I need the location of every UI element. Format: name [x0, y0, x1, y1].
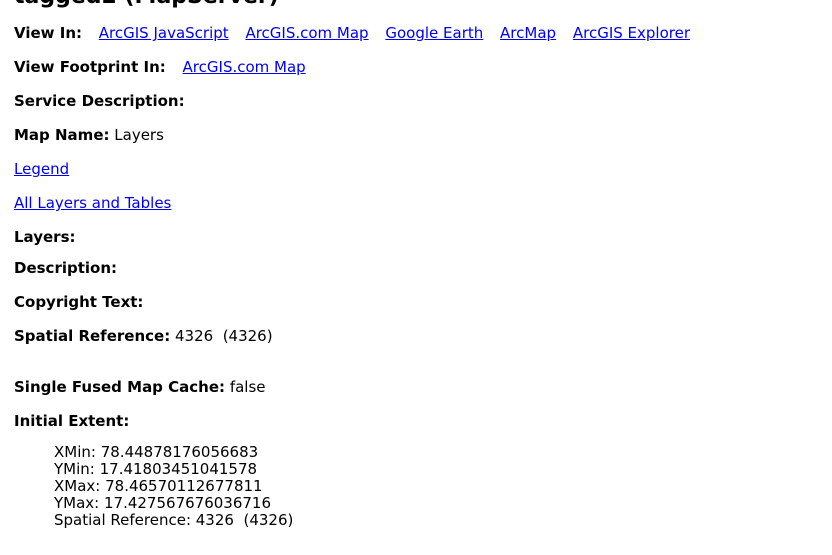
view-in-arcgis-javascript-link[interactable]: ArcGIS JavaScript	[99, 24, 229, 42]
view-in-arcmap-link[interactable]: ArcMap	[500, 24, 556, 42]
layers-label: Layers:	[14, 228, 76, 246]
copyright-row: Copyright Text:	[14, 292, 143, 312]
initial-extent-block: XMin: 78.44878176056683 YMin: 17.4180345…	[54, 444, 293, 529]
view-footprint-row: View Footprint In: ArcGIS.com Map	[14, 57, 306, 77]
single-fused-row: Single Fused Map Cache: false	[14, 377, 266, 397]
view-in-arcgis-explorer-link[interactable]: ArcGIS Explorer	[573, 24, 690, 42]
view-footprint-label: View Footprint In:	[14, 58, 166, 76]
extent-xmin: XMin: 78.44878176056683	[54, 443, 259, 461]
service-description-label: Service Description:	[14, 92, 185, 110]
map-name-label: Map Name:	[14, 126, 110, 144]
extent-spatial-reference: Spatial Reference: 4326 (4326)	[54, 511, 294, 529]
copyright-label: Copyright Text:	[14, 293, 144, 311]
spatial-reference-label: Spatial Reference:	[14, 327, 171, 345]
spatial-reference-value: 4326 (4326)	[174, 327, 273, 345]
single-fused-label: Single Fused Map Cache:	[14, 378, 226, 396]
view-in-arcgis-com-map-link[interactable]: ArcGIS.com Map	[245, 24, 368, 42]
view-in-row: View In: ArcGIS JavaScript ArcGIS.com Ma…	[14, 23, 690, 43]
spatial-reference-row: Spatial Reference: 4326 (4326)	[14, 326, 273, 346]
extent-ymax: YMax: 17.427567676036716	[54, 494, 272, 512]
initial-extent-row: Initial Extent:	[14, 411, 129, 431]
all-layers-row: All Layers and Tables	[14, 193, 171, 213]
view-in-google-earth-link[interactable]: Google Earth	[385, 24, 483, 42]
all-layers-and-tables-link[interactable]: All Layers and Tables	[14, 194, 171, 212]
description-label: Description:	[14, 259, 118, 277]
map-name-row: Map Name: Layers	[14, 125, 164, 145]
description-row: Description:	[14, 258, 117, 278]
extent-xmax: XMax: 78.46570112677811	[54, 477, 263, 495]
view-in-label: View In:	[14, 24, 82, 42]
initial-extent-label: Initial Extent:	[14, 412, 130, 430]
view-footprint-arcgis-com-map-link[interactable]: ArcGIS.com Map	[183, 58, 306, 76]
page-title: tagged2 (MapServer)	[14, 0, 279, 9]
single-fused-value: false	[229, 378, 266, 396]
legend-link[interactable]: Legend	[14, 160, 69, 178]
service-description-row: Service Description:	[14, 91, 185, 111]
legend-row: Legend	[14, 159, 69, 179]
extent-ymin: YMin: 17.41803451041578	[54, 460, 258, 478]
map-name-value: Layers	[114, 126, 164, 144]
layers-row: Layers:	[14, 227, 76, 247]
